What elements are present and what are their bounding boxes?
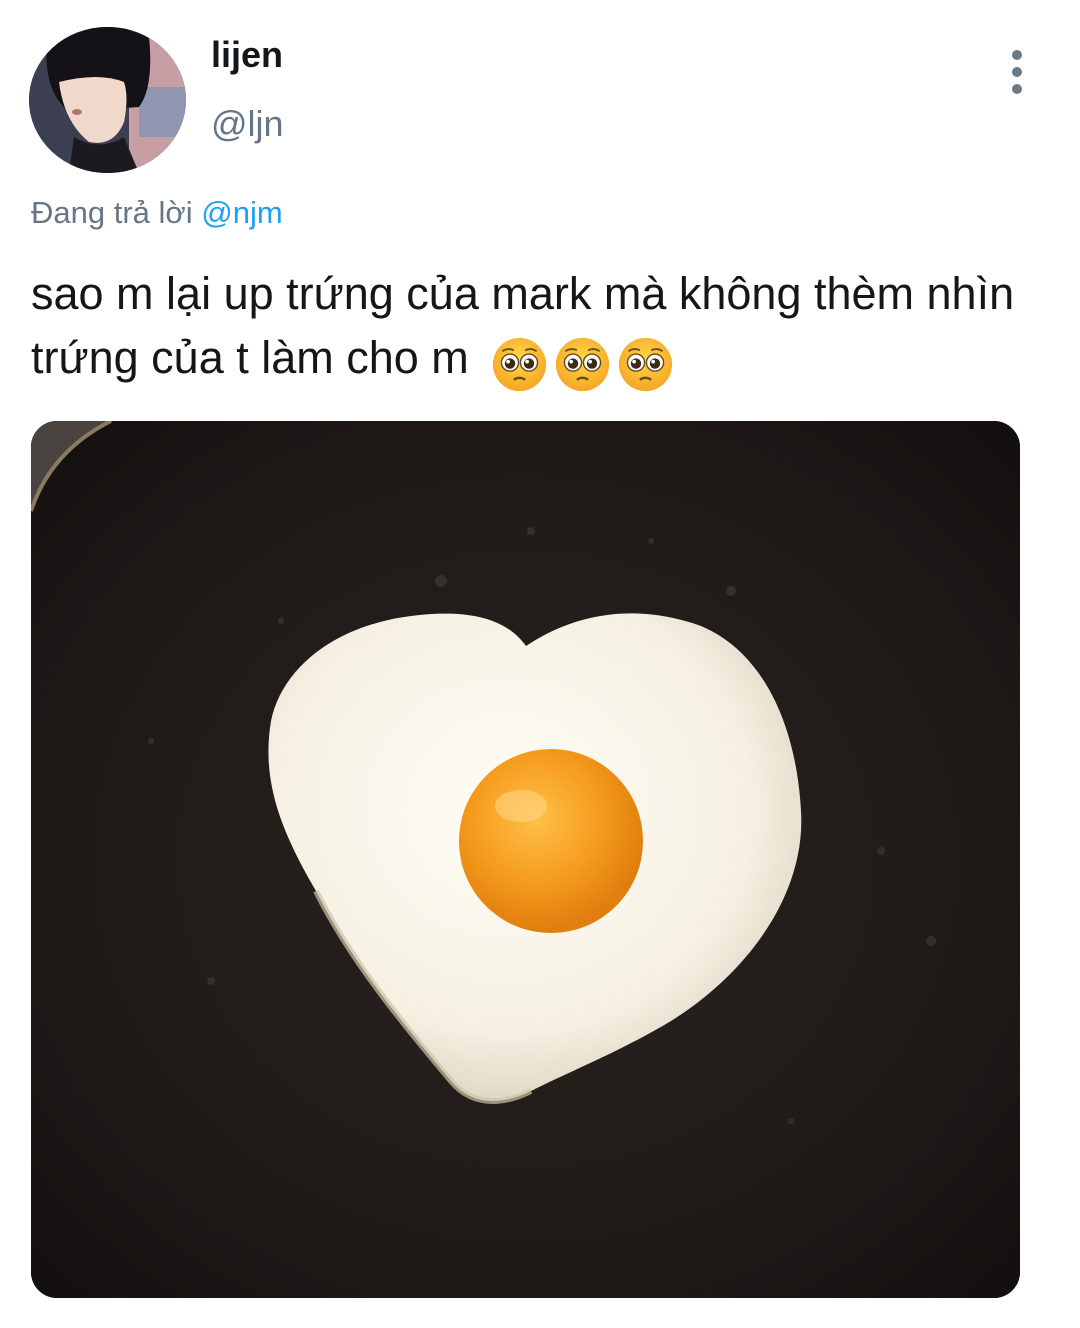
fried-egg-in-pan-image <box>31 421 1020 1298</box>
pleading-face-emoji <box>619 337 673 391</box>
replying-to-mention[interactable]: @njm <box>201 195 282 230</box>
more-vertical-icon[interactable] <box>1000 44 1036 100</box>
replying-to: Đang trả lời @njm <box>31 195 283 231</box>
tweet-photo[interactable] <box>31 421 1020 1298</box>
emoji-group <box>491 329 680 393</box>
user-handle[interactable]: @ljn <box>211 103 284 145</box>
avatar[interactable] <box>29 27 186 173</box>
replying-to-label: Đang trả lời <box>31 195 193 230</box>
pleading-face-emoji <box>556 337 610 391</box>
display-name[interactable]: lijen <box>211 34 283 76</box>
tweet-text: sao m lại up trứng của mark mà không thè… <box>31 262 1051 393</box>
pleading-face-emoji <box>493 337 547 391</box>
